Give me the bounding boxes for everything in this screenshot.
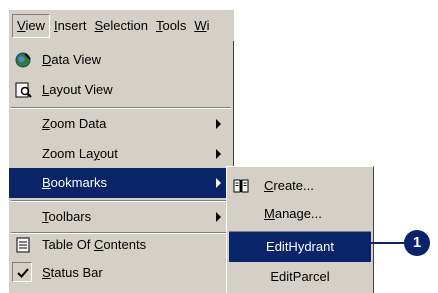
menu-window[interactable]: Wi xyxy=(190,16,213,36)
submenu-item-create-mnemonic: C xyxy=(264,178,274,193)
submenu-item-manage-text: anage... xyxy=(274,206,322,221)
submenu-arrow-icon xyxy=(216,119,221,129)
menu-item-toc-text-b: ontents xyxy=(103,237,147,252)
menu-item-zoom-layout-text-b: out xyxy=(99,146,118,161)
menu-item-zoom-data-text: oom Data xyxy=(49,116,107,131)
menu-item-data-view-mnemonic: D xyxy=(42,52,52,67)
menu-item-bookmarks-label: Bookmarks xyxy=(42,175,107,190)
menu-item-status-bar-label: Status Bar xyxy=(42,265,103,280)
menu-item-bookmarks-mnemonic: B xyxy=(42,175,51,190)
menu-item-layout-view-label: Layout View xyxy=(42,82,113,97)
menu-item-data-view-label: Data View xyxy=(42,52,101,67)
menu-window-label: i xyxy=(206,17,210,33)
submenu-item-editparcel-label: EditParcel xyxy=(270,269,330,284)
menu-item-toolbars[interactable]: Toolbars xyxy=(9,202,233,232)
layout-view-icon xyxy=(14,81,32,99)
menu-item-table-of-contents[interactable]: Table Of Contents xyxy=(9,230,233,260)
menu-item-bookmarks-text: ookmarks xyxy=(50,175,108,190)
menu-insert-label: nsert xyxy=(57,17,87,33)
menu-item-zoom-layout[interactable]: Zoom Layout xyxy=(9,139,233,169)
menu-view-label: iew xyxy=(25,17,45,33)
menu-item-status-bar-mnemonic: S xyxy=(42,265,51,280)
submenu-item-manage[interactable]: Manage... xyxy=(227,199,373,229)
menu-item-zoom-data[interactable]: Zoom Data xyxy=(9,109,233,139)
submenu-item-editparcel[interactable]: EditParcel xyxy=(227,262,373,292)
callout-line xyxy=(369,242,406,244)
submenu-item-create-label: Create... xyxy=(264,178,314,193)
submenu-item-edithydrant[interactable]: EditHydrant xyxy=(229,232,371,262)
menu-item-toc-label: Table Of Contents xyxy=(42,237,146,252)
submenu-arrow-icon xyxy=(216,212,221,222)
menu-tools[interactable]: Tools xyxy=(152,16,190,36)
menu-item-status-bar-text: tatus Bar xyxy=(50,265,103,280)
checkmark-icon xyxy=(14,264,32,282)
menu-item-data-view[interactable]: Data View xyxy=(9,45,233,75)
menu-tools-label: ools xyxy=(162,17,187,33)
submenu-arrow-icon xyxy=(216,149,221,159)
view-menu: Data View Layout View Zoom Data Zoom Lay… xyxy=(8,41,234,293)
menu-item-bookmarks[interactable]: Bookmarks xyxy=(9,168,233,198)
menu-item-toolbars-label: Toolbars xyxy=(42,209,91,224)
menu-item-layout-view-text: ayout View xyxy=(49,82,113,97)
menu-item-data-view-text: ata View xyxy=(51,52,102,67)
menu-item-layout-view[interactable]: Layout View xyxy=(9,75,233,105)
callout-badge: 1 xyxy=(404,230,430,256)
submenu-item-manage-label: Manage... xyxy=(264,206,322,221)
menu-item-zoom-data-mnemonic: Z xyxy=(42,116,50,131)
submenu-item-create-text: reate... xyxy=(273,178,314,193)
menu-item-zoom-layout-label: Zoom Layout xyxy=(42,146,118,161)
data-view-icon xyxy=(14,51,32,69)
menu-bar: View Insert Selection Tools Wi xyxy=(8,9,234,41)
submenu-item-manage-mnemonic: M xyxy=(264,206,275,221)
menu-insert[interactable]: Insert xyxy=(50,16,91,36)
menu-selection-mnemonic: S xyxy=(94,17,104,33)
submenu-arrow-icon xyxy=(216,178,221,188)
submenu-item-create[interactable]: Create... xyxy=(227,171,373,201)
create-bookmark-icon xyxy=(232,177,250,195)
menu-item-toc-mnemonic: C xyxy=(94,237,104,252)
menu-selection[interactable]: Selection xyxy=(90,16,151,36)
menu-item-toc-text-a: Table Of xyxy=(42,237,95,252)
menu-item-zoom-data-label: Zoom Data xyxy=(42,116,106,131)
bookmarks-submenu: Create... Manage... EditHydrant EditParc… xyxy=(226,166,374,293)
submenu-item-edithydrant-label: EditHydrant xyxy=(266,239,334,254)
menu-item-status-bar[interactable]: Status Bar xyxy=(9,258,233,288)
menu-selection-label: election xyxy=(103,17,148,33)
table-of-contents-icon xyxy=(14,236,32,254)
menu-view[interactable]: View xyxy=(12,13,50,38)
menu-window-mnemonic: W xyxy=(194,17,207,33)
menu-item-zoom-layout-text-a: Zoom La xyxy=(42,146,94,161)
menu-item-toolbars-text: oolbars xyxy=(48,209,92,224)
